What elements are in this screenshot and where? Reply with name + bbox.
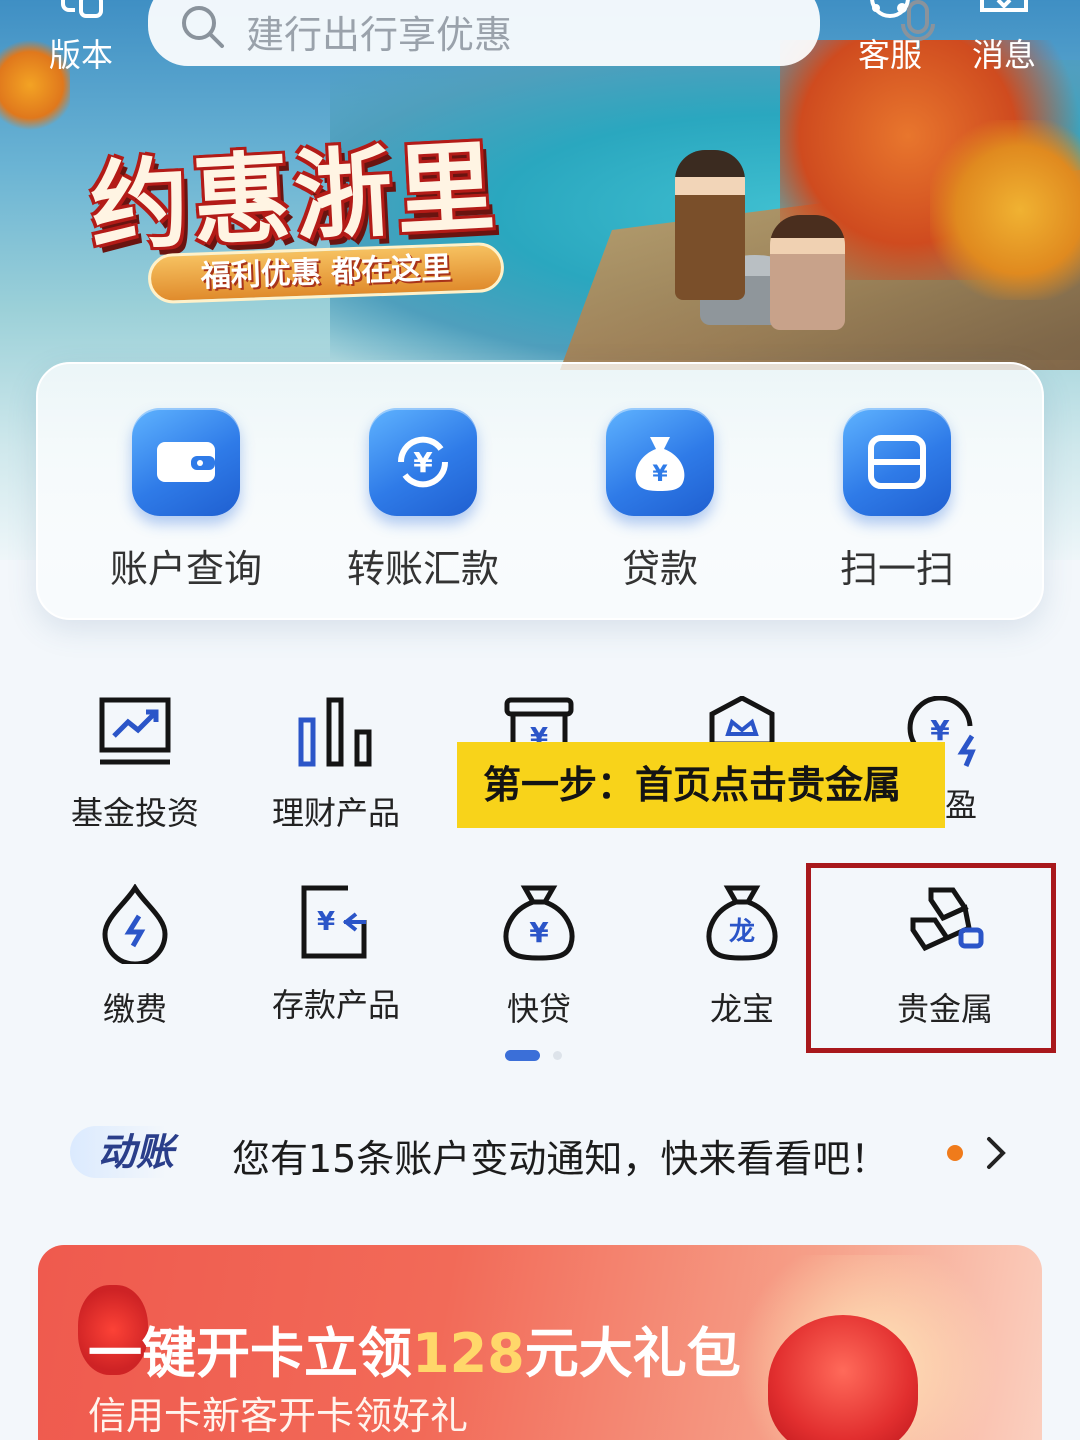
chart-monitor-icon — [99, 697, 171, 765]
search-placeholder: 建行出行享优惠 — [246, 13, 513, 57]
chevron-right-icon[interactable] — [985, 1135, 1009, 1171]
unread-dot — [947, 1145, 963, 1161]
promo-title-prefix: 一键开卡立领 — [88, 1322, 412, 1385]
person-sitting-illustration — [770, 215, 845, 330]
grid-item-label: 缴费 — [102, 990, 167, 1028]
grid-item-payment[interactable]: 缴费 — [35, 884, 235, 1030]
instruction-banner: 第一步：首页点击贵金属 — [457, 742, 945, 828]
person-standing-illustration — [675, 150, 745, 300]
quick-action-label: 扫一扫 — [839, 547, 954, 591]
page-dot-active — [505, 1050, 540, 1061]
grid-item-deposit[interactable]: ¥ 存款产品 — [236, 884, 436, 1026]
yuan-transfer-icon: ¥ — [369, 408, 477, 516]
version-label: 版本 — [48, 36, 113, 74]
message-box-icon — [980, 0, 1028, 12]
quick-action-loan[interactable]: ¥ 贷款 — [560, 408, 760, 593]
drop-bolt-icon — [102, 884, 168, 964]
search-icon — [182, 6, 224, 48]
account-change-badge: 动账 — [70, 1126, 190, 1178]
quick-actions-card: 账户查询 ¥ 转账汇款 ¥ 贷款 扫一扫 — [36, 362, 1044, 620]
grid-item-fund[interactable]: 基金投资 — [35, 696, 235, 834]
version-switch-button[interactable]: 版本 — [46, 0, 116, 76]
svg-text:¥: ¥ — [529, 916, 549, 949]
customer-service-button[interactable]: 客服 — [852, 0, 928, 76]
svg-text:龙: 龙 — [729, 917, 755, 947]
quick-action-label: 转账汇款 — [346, 547, 499, 591]
page-dot — [553, 1051, 562, 1060]
maple-tree-illustration-2 — [930, 120, 1080, 300]
promo-subtitle: 信用卡新客开卡领好礼 — [88, 1394, 469, 1438]
search-bar[interactable]: 建行出行享优惠 — [148, 0, 935, 66]
grid-item-label: 快贷 — [506, 990, 571, 1028]
scan-icon — [843, 408, 951, 516]
money-bag-icon: ¥ — [606, 408, 714, 516]
headset-icon — [870, 0, 910, 18]
credit-card-promo-banner[interactable]: 一键开卡立领128元大礼包 信用卡新客开卡领好礼 — [38, 1245, 1042, 1440]
grid-item-label: 基金投资 — [70, 794, 199, 832]
quick-action-label: 账户查询 — [109, 547, 262, 591]
grid-item-label: 存款产品 — [271, 986, 400, 1024]
messages-button[interactable]: 消息 — [966, 0, 1042, 76]
quick-action-account[interactable]: 账户查询 — [86, 408, 286, 593]
bar-chart-icon — [298, 697, 372, 767]
message-label: 消息 — [971, 36, 1036, 74]
svg-text:¥: ¥ — [317, 907, 335, 937]
grid-item-label: 理财产品 — [271, 794, 400, 832]
deposit-card-icon: ¥ — [301, 885, 367, 959]
highlight-frame — [806, 863, 1056, 1053]
promo-title-suffix: 元大礼包 — [524, 1322, 741, 1385]
yuan-bag-icon: ¥ — [503, 885, 575, 961]
notice-text[interactable]: 您有15条账户变动通知，快来看看吧！ — [232, 1128, 888, 1183]
svg-text:¥: ¥ — [652, 462, 668, 487]
quick-action-scan[interactable]: 扫一扫 — [797, 408, 997, 593]
dragon-bag-icon: 龙 — [706, 885, 778, 961]
promo-title: 一键开卡立领128元大礼包 — [88, 1309, 741, 1388]
quick-action-transfer[interactable]: ¥ 转账汇款 — [323, 408, 523, 593]
quick-action-label: 贷款 — [621, 547, 698, 591]
wallet-icon — [132, 408, 240, 516]
service-label: 客服 — [857, 36, 922, 74]
grid-item-quick-loan[interactable]: ¥ 快贷 — [439, 884, 639, 1030]
promo-title-highlight: 128 — [412, 1322, 525, 1385]
svg-text:¥: ¥ — [413, 446, 433, 479]
version-switch-icon — [61, 0, 103, 18]
grid-item-wealth[interactable]: 理财产品 — [236, 696, 436, 834]
